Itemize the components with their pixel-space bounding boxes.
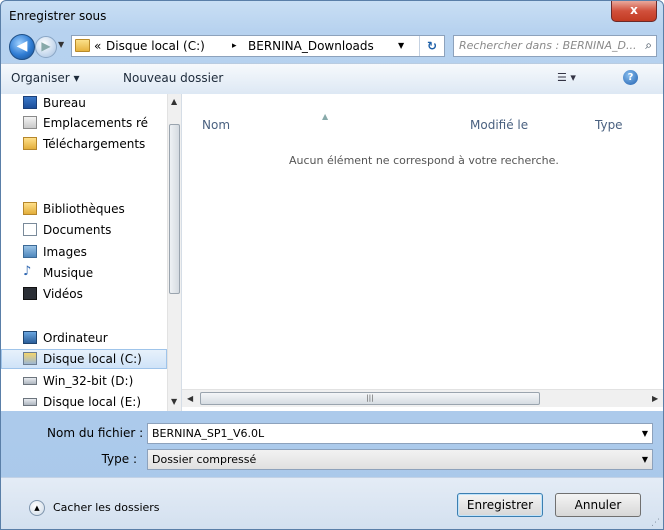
- libraries-icon: [23, 202, 37, 215]
- filename-label: Nom du fichier :: [47, 426, 144, 440]
- documents-icon: [23, 223, 37, 236]
- desktop-icon: [23, 96, 37, 109]
- dialog-footer: ▲ Cacher les dossiers Enregistrer Annule…: [1, 477, 663, 529]
- sidebar-vertical-scrollbar[interactable]: ▲ ▼: [167, 94, 181, 411]
- sidebar-item-label: Ordinateur: [43, 331, 108, 345]
- sidebar-item-label: Vidéos: [43, 287, 83, 301]
- sidebar-item-label: Emplacements ré: [43, 116, 149, 130]
- collapse-arrow-icon[interactable]: ▲: [29, 500, 45, 516]
- file-type-label: Type :: [101, 452, 137, 466]
- sidebar-scroll-thumb[interactable]: [169, 124, 180, 294]
- sidebar-item-bibliotheques[interactable]: Bibliothèques: [1, 199, 167, 219]
- sidebar-item-label: Musique: [43, 266, 94, 280]
- computer-icon: [23, 331, 37, 344]
- file-list-pane: Nom ▲ Modifié le Type Aucun élément ne c…: [182, 94, 663, 411]
- recent-pages-dropdown-icon[interactable]: ▼: [58, 40, 64, 49]
- navigation-bar: ◀ ▶ ▼ « Disque local (C:) ▸ BERNINA_Down…: [7, 31, 657, 63]
- title-bar: Enregistrer sous x: [1, 1, 663, 31]
- sidebar-item-label: Images: [43, 245, 87, 259]
- path-prefix[interactable]: «: [94, 39, 101, 53]
- folder-icon: [75, 39, 90, 52]
- sidebar-item-label: Disque local (C:): [43, 352, 142, 366]
- sidebar-item-label: Bibliothèques: [43, 202, 125, 216]
- scroll-left-icon[interactable]: ◀: [187, 394, 193, 403]
- file-type-dropdown-icon[interactable]: ▼: [642, 455, 648, 464]
- sidebar-item-label: Disque local (E:): [43, 395, 142, 409]
- sidebar-item-win32-d[interactable]: Win_32-bit (D:): [1, 371, 167, 391]
- scroll-down-icon[interactable]: ▼: [171, 397, 177, 406]
- sidebar-item-label: Téléchargements: [43, 137, 146, 151]
- scroll-right-icon[interactable]: ▶: [652, 394, 658, 403]
- drive-c-icon: [23, 352, 37, 365]
- column-header-modified[interactable]: Modifié le: [470, 118, 528, 132]
- address-dropdown-icon[interactable]: ▼: [398, 41, 404, 50]
- sidebar-item-ordinateur[interactable]: Ordinateur: [1, 328, 167, 348]
- sidebar-item-label: Win_32-bit (D:): [43, 374, 134, 388]
- back-button[interactable]: ◀: [9, 34, 35, 60]
- search-box[interactable]: Rechercher dans : BERNINA_D... ⌕: [453, 35, 657, 57]
- sidebar-item-label: Bureau: [43, 96, 86, 110]
- search-icon[interactable]: ⌕: [645, 38, 652, 53]
- hide-folders-button[interactable]: Cacher les dossiers: [53, 501, 160, 514]
- cancel-button[interactable]: Annuler: [555, 493, 641, 517]
- sidebar-item-telechargements[interactable]: Téléchargements: [1, 134, 167, 154]
- new-folder-button[interactable]: Nouveau dossier: [123, 71, 223, 85]
- sidebar-item-emplacements-recents[interactable]: Emplacements ré: [1, 113, 167, 133]
- sidebar-item-bureau[interactable]: Bureau: [1, 94, 167, 113]
- save-button[interactable]: Enregistrer: [457, 493, 543, 517]
- organize-menu[interactable]: Organiser ▾: [11, 71, 79, 85]
- change-view-icon[interactable]: ☰ ▾: [557, 71, 576, 84]
- filename-input[interactable]: BERNINA_SP1_V6.0L ▼: [147, 423, 653, 444]
- search-placeholder[interactable]: Rechercher dans : BERNINA_D...: [459, 39, 635, 52]
- sidebar-item-label: Documents: [43, 223, 112, 237]
- column-header-type[interactable]: Type: [595, 118, 623, 132]
- resize-grip-icon[interactable]: ⋰: [651, 518, 660, 528]
- downloads-icon: [23, 137, 37, 150]
- refresh-icon[interactable]: ↻: [419, 36, 444, 56]
- filename-dropdown-icon[interactable]: ▼: [642, 429, 648, 438]
- empty-results-message: Aucun élément ne correspond à votre rech…: [289, 154, 559, 167]
- breadcrumb-disque-local-c[interactable]: Disque local (C:): [106, 39, 205, 53]
- content-area: Bureau Emplacements ré Téléchargements B…: [1, 94, 663, 411]
- sidebar-item-musique[interactable]: ♪ Musique: [1, 263, 167, 283]
- address-bar[interactable]: « Disque local (C:) ▸ BERNINA_Downloads …: [71, 35, 445, 57]
- drive-e-icon: [23, 398, 37, 406]
- scroll-up-icon[interactable]: ▲: [171, 97, 177, 106]
- music-icon: ♪: [23, 264, 32, 279]
- close-button[interactable]: x: [611, 1, 657, 22]
- filename-value[interactable]: BERNINA_SP1_V6.0L: [152, 427, 264, 440]
- forward-button[interactable]: ▶: [35, 36, 57, 58]
- navigation-pane: Bureau Emplacements ré Téléchargements B…: [1, 94, 182, 411]
- command-toolbar: Organiser ▾ Nouveau dossier ☰ ▾ ?: [1, 63, 663, 95]
- breadcrumb-bernina-downloads[interactable]: BERNINA_Downloads: [248, 39, 374, 53]
- sidebar-item-videos[interactable]: Vidéos: [1, 284, 167, 304]
- recent-places-icon: [23, 116, 37, 129]
- column-header-name[interactable]: Nom: [202, 118, 230, 132]
- drive-d-icon: [23, 377, 37, 385]
- help-icon[interactable]: ?: [623, 70, 638, 85]
- file-type-value[interactable]: Dossier compressé: [152, 453, 256, 466]
- sidebar-item-disque-local-c[interactable]: Disque local (C:): [1, 349, 167, 369]
- sort-ascending-icon: ▲: [322, 112, 329, 121]
- file-type-select[interactable]: Dossier compressé ▼: [147, 449, 653, 470]
- breadcrumb-separator-icon[interactable]: ▸: [232, 41, 237, 51]
- file-list-horizontal-scrollbar[interactable]: ◀ ||| ▶: [182, 389, 663, 407]
- file-list-scroll-thumb[interactable]: |||: [200, 392, 540, 405]
- sidebar-item-images[interactable]: Images: [1, 242, 167, 262]
- window-title: Enregistrer sous: [9, 9, 107, 23]
- images-icon: [23, 245, 37, 258]
- sidebar-item-documents[interactable]: Documents: [1, 220, 167, 240]
- sidebar-item-disque-local-e[interactable]: Disque local (E:): [1, 392, 167, 411]
- videos-icon: [23, 287, 37, 300]
- save-as-dialog: Enregistrer sous x ◀ ▶ ▼ « Disque local …: [0, 0, 664, 530]
